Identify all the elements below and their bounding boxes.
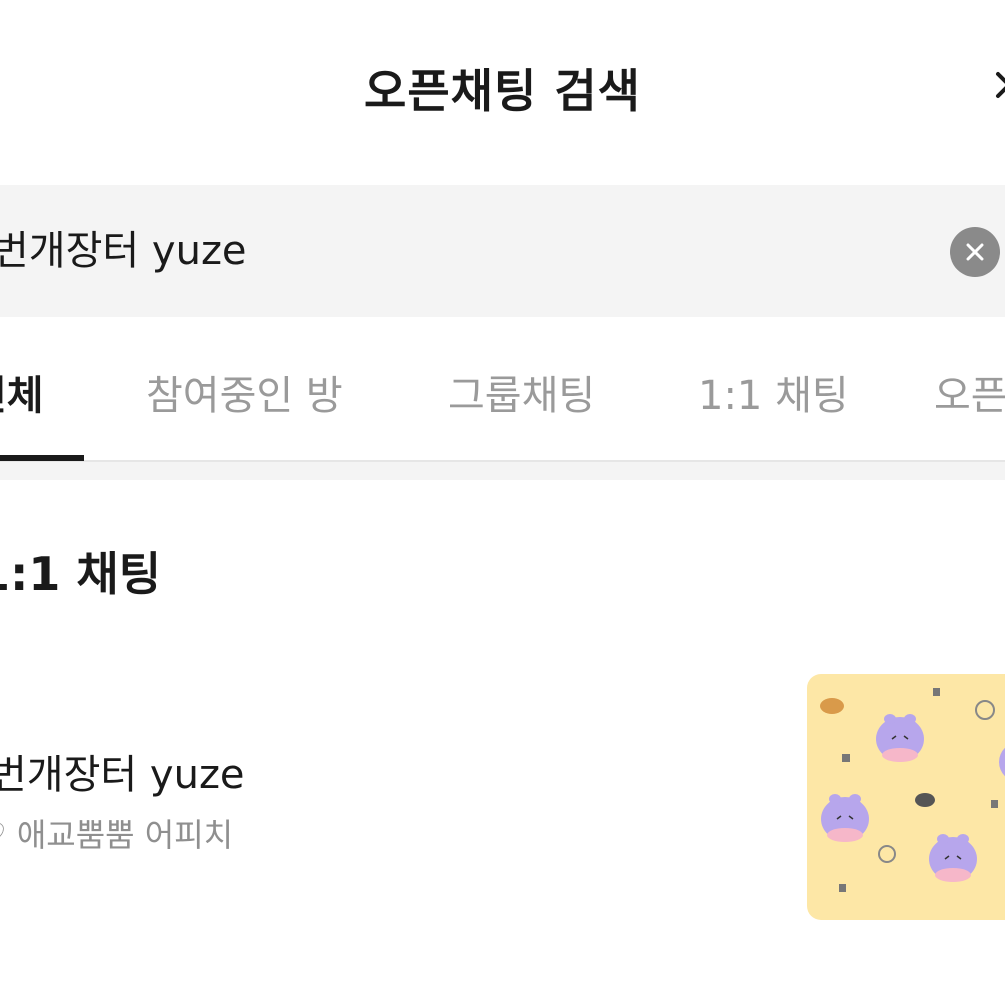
tab-open-profile[interactable]: 오픈 bbox=[934, 370, 1005, 422]
tab-group-chat[interactable]: 그룹채팅 bbox=[448, 370, 595, 422]
active-tab-indicator bbox=[0, 455, 84, 461]
clear-circle-icon bbox=[966, 243, 984, 261]
tab-one-on-one-chat[interactable]: 1:1 채팅 bbox=[698, 370, 849, 422]
close-icon bbox=[996, 72, 1005, 98]
tab-joined-rooms[interactable]: 참여중인 방 bbox=[146, 370, 343, 422]
section-divider bbox=[0, 462, 1005, 480]
page-title: 오픈채팅 검색 bbox=[364, 64, 641, 118]
character-pattern-thumbnail bbox=[820, 688, 1005, 892]
room-thumbnail bbox=[807, 674, 1005, 920]
close-button[interactable] bbox=[990, 60, 1005, 120]
search-input[interactable] bbox=[0, 225, 892, 277]
section-title: 1:1 채팅 bbox=[0, 547, 162, 601]
tab-all[interactable]: 전체 bbox=[0, 370, 44, 422]
room-title: 번개장터 yuze bbox=[0, 752, 245, 798]
clear-search-button[interactable] bbox=[950, 227, 1000, 277]
room-subtitle: ♡ 애교뿜뿜 어피치 bbox=[0, 816, 234, 854]
